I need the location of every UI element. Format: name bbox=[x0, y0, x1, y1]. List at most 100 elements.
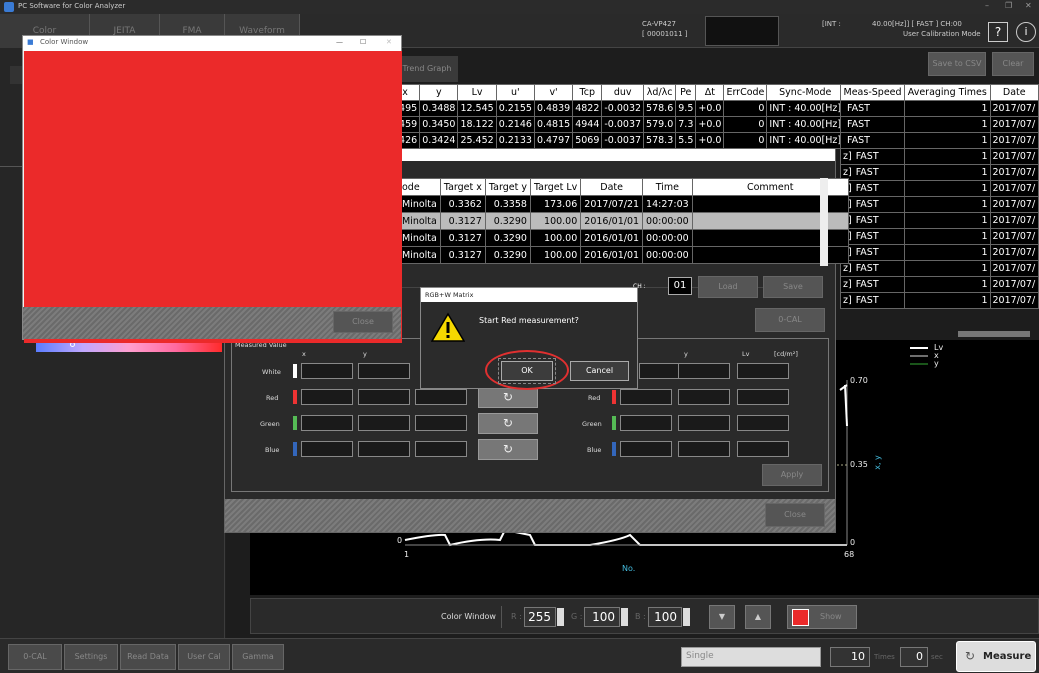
g-stepper[interactable] bbox=[621, 608, 628, 626]
ch-input[interactable]: 01 bbox=[668, 277, 692, 295]
green-y-field[interactable] bbox=[358, 415, 410, 431]
clear-button[interactable]: Clear bbox=[992, 52, 1034, 76]
col-date[interactable]: Date bbox=[580, 178, 644, 196]
ok-button[interactable]: OK bbox=[501, 361, 553, 381]
red-y-field[interactable] bbox=[358, 389, 410, 405]
table-row[interactable]: z]FAST12017/07/ bbox=[839, 276, 1039, 293]
green-y-field-right[interactable] bbox=[678, 415, 730, 431]
b-input[interactable]: 100 bbox=[648, 607, 682, 627]
white-y-field-right[interactable] bbox=[678, 363, 730, 379]
col-time[interactable]: Time bbox=[642, 178, 693, 196]
table-row[interactable]: 3459 0.3450 18.122 0.2146 0.4815 4944 -0.0037 5… bbox=[389, 116, 845, 133]
color-window-close-button[interactable]: Close bbox=[333, 311, 393, 333]
red-lv-field-right[interactable] bbox=[737, 389, 789, 405]
sec-input[interactable]: 0 bbox=[900, 647, 928, 667]
table-row[interactable]: Minolta 0.3127 0.3290 100.00 2016/01/01 00:00… bbox=[398, 246, 849, 264]
col-dt[interactable]: Δt bbox=[695, 84, 725, 101]
minimize-icon[interactable]: — bbox=[336, 38, 343, 46]
col-target-lv[interactable]: Target Lv bbox=[529, 178, 582, 196]
measure-green-button[interactable]: ↻ bbox=[478, 413, 538, 434]
table-row[interactable]: z]FAST12017/07/ bbox=[839, 196, 1039, 213]
read-data-button[interactable]: Read Data bbox=[120, 644, 176, 670]
down-button[interactable]: ▼ bbox=[709, 605, 735, 629]
col-v[interactable]: v' bbox=[533, 84, 574, 101]
blue-lv-field-right[interactable] bbox=[737, 441, 789, 457]
cancel-button[interactable]: Cancel bbox=[570, 361, 629, 381]
table-row[interactable]: z]FAST12017/07/ bbox=[839, 148, 1039, 165]
table-row[interactable]: z]FAST12017/07/ bbox=[839, 292, 1039, 309]
table-row[interactable]: z]FAST12017/07/ bbox=[839, 180, 1039, 197]
col-target-x[interactable]: Target x bbox=[439, 178, 486, 196]
red-x-field-right[interactable] bbox=[620, 389, 672, 405]
b-stepper[interactable] bbox=[683, 608, 690, 626]
col-tcp[interactable]: Tcp bbox=[572, 84, 603, 101]
save-csv-button[interactable]: Save to CSV bbox=[928, 52, 986, 76]
dialog-close-button[interactable]: Close bbox=[765, 503, 825, 527]
times-input[interactable]: 10 bbox=[830, 647, 870, 667]
r-input[interactable]: 255 bbox=[524, 607, 556, 627]
table-row[interactable]: FAST 1 2017/07/ bbox=[839, 100, 1039, 117]
blue-y-field-right[interactable] bbox=[678, 441, 730, 457]
maximize-icon[interactable]: ☐ bbox=[360, 38, 366, 46]
up-button[interactable]: ▲ bbox=[745, 605, 771, 629]
table-row[interactable]: z]FAST12017/07/ bbox=[839, 244, 1039, 261]
col-lambda[interactable]: λd/λc bbox=[643, 84, 677, 101]
restore-icon[interactable]: ❐ bbox=[1005, 1, 1012, 10]
table-row[interactable]: 3495 0.3488 12.545 0.2155 0.4839 4822 -0.0032 5… bbox=[389, 100, 845, 117]
calibration-table-scrollbar[interactable] bbox=[820, 178, 828, 266]
tab-trend-graph[interactable]: Trend Graph bbox=[396, 56, 458, 82]
col-u[interactable]: u' bbox=[495, 84, 535, 101]
blue-x-field-right[interactable] bbox=[620, 441, 672, 457]
close-icon[interactable]: ✕ bbox=[1025, 1, 1032, 10]
blue-y-field[interactable] bbox=[358, 441, 410, 457]
minimize-icon[interactable]: – bbox=[985, 1, 989, 10]
user-cal-button[interactable]: User Cal bbox=[178, 644, 230, 670]
close-icon[interactable]: ✕ bbox=[386, 38, 392, 46]
table-row[interactable]: FAST 1 2017/07/ bbox=[839, 132, 1039, 149]
col-mode[interactable]: ode bbox=[398, 178, 441, 196]
blue-lv-field[interactable] bbox=[415, 441, 467, 457]
zero-cal-dialog-button[interactable]: 0-CAL bbox=[755, 308, 825, 332]
col-y[interactable]: y bbox=[419, 84, 459, 101]
load-button[interactable]: Load bbox=[698, 276, 758, 298]
col-duv[interactable]: duv bbox=[601, 84, 645, 101]
col-date[interactable]: Date bbox=[989, 84, 1039, 101]
save-button[interactable]: Save bbox=[763, 276, 823, 298]
col-lv[interactable]: Lv bbox=[457, 84, 497, 101]
red-y-field-right[interactable] bbox=[678, 389, 730, 405]
white-y-field[interactable] bbox=[358, 363, 410, 379]
green-x-field[interactable] bbox=[301, 415, 353, 431]
col-errcode[interactable]: ErrCode bbox=[723, 84, 768, 101]
red-lv-field[interactable] bbox=[415, 389, 467, 405]
apply-button[interactable]: Apply bbox=[762, 464, 822, 486]
table-row[interactable]: z]FAST12017/07/ bbox=[839, 228, 1039, 245]
green-lv-field[interactable] bbox=[415, 415, 467, 431]
table-row[interactable]: Minolta 0.3127 0.3290 100.00 2016/01/01 00:00… bbox=[398, 229, 849, 247]
table-scrollbar[interactable] bbox=[958, 331, 1030, 337]
col-sync[interactable]: Sync-Mode bbox=[766, 84, 845, 101]
measure-blue-button[interactable]: ↻ bbox=[478, 439, 538, 460]
mode-select[interactable]: Single bbox=[681, 647, 821, 667]
table-row[interactable]: 3426 0.3424 25.452 0.2133 0.4797 5069 -0.0037 5… bbox=[389, 132, 845, 149]
col-meas-speed[interactable]: Meas-Speed bbox=[839, 84, 906, 101]
info-icon[interactable]: i bbox=[1016, 22, 1036, 42]
red-x-field[interactable] bbox=[301, 389, 353, 405]
gamma-button[interactable]: Gamma bbox=[232, 644, 284, 670]
help-icon[interactable]: ? bbox=[988, 22, 1008, 42]
zero-cal-button[interactable]: 0-CAL bbox=[8, 644, 62, 670]
measure-button[interactable]: ↻ Measure bbox=[956, 641, 1036, 672]
measure-red-button[interactable]: ↻ bbox=[478, 387, 538, 408]
table-row[interactable]: z]FAST12017/07/ bbox=[839, 260, 1039, 277]
green-lv-field-right[interactable] bbox=[737, 415, 789, 431]
white-lv-field-right[interactable] bbox=[737, 363, 789, 379]
table-row[interactable]: FAST 1 2017/07/ bbox=[839, 116, 1039, 133]
table-row[interactable]: z]FAST12017/07/ bbox=[839, 212, 1039, 229]
col-averaging[interactable]: Averaging Times bbox=[904, 84, 991, 101]
g-input[interactable]: 100 bbox=[584, 607, 620, 627]
show-button[interactable]: Show bbox=[787, 605, 857, 629]
table-row[interactable]: z]FAST12017/07/ bbox=[839, 164, 1039, 181]
settings-button[interactable]: Settings bbox=[64, 644, 118, 670]
green-x-field-right[interactable] bbox=[620, 415, 672, 431]
blue-x-field[interactable] bbox=[301, 441, 353, 457]
white-x-field[interactable] bbox=[301, 363, 353, 379]
